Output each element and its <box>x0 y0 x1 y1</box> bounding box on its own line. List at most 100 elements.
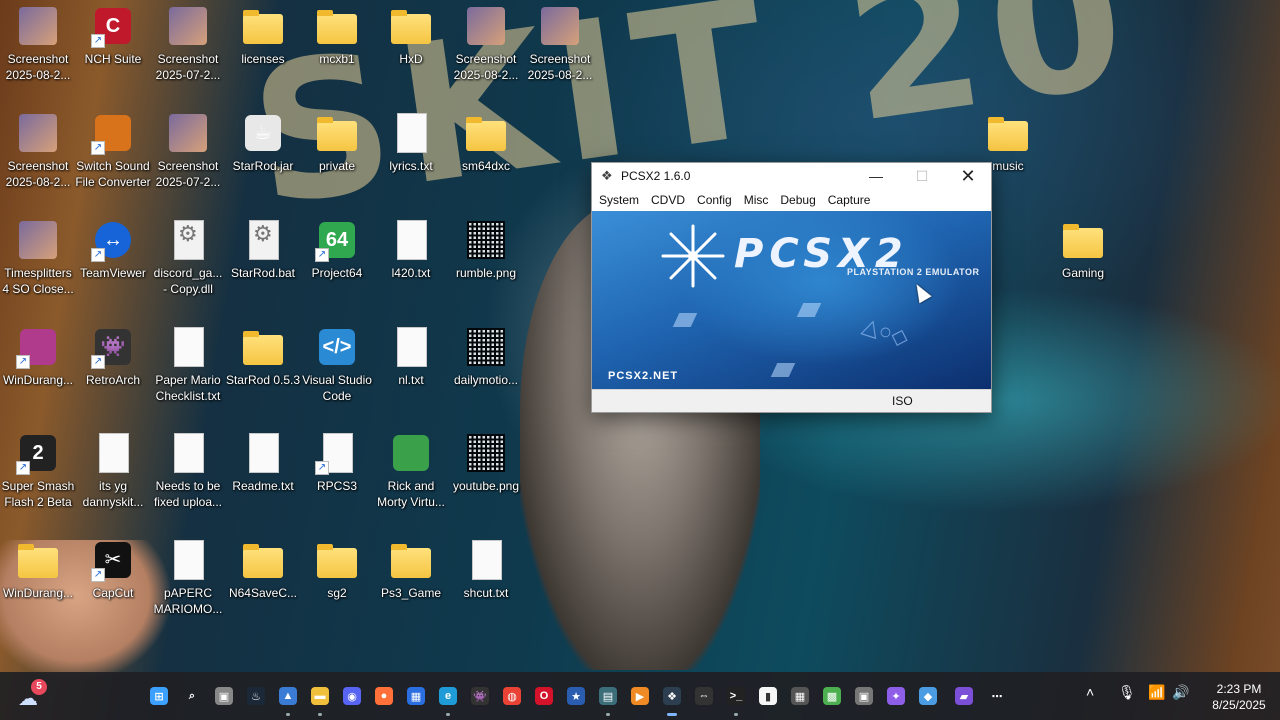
desktop-icon[interactable]: 2 ↗ Super Smash Flash 2 Beta <box>0 431 76 510</box>
desktop-icon[interactable]: youtube.png <box>448 431 524 494</box>
minimize-button[interactable]: — <box>853 163 899 189</box>
folder-app-glyph: ▰ <box>955 687 973 705</box>
desktop-icon[interactable]: discord_ga... - Copy.dll <box>150 218 226 297</box>
desktop-icon[interactable]: Screenshot 2025-08-2... <box>448 4 524 83</box>
desktop-icon[interactable]: nl.txt <box>373 325 449 388</box>
desktop-icon[interactable]: ↗ RPCS3 <box>299 431 375 494</box>
desktop-icon[interactable]: Needs to be fixed uploa... <box>150 431 226 510</box>
desktop-icon[interactable]: ↔ ↗ TeamViewer <box>75 218 151 281</box>
app-icon[interactable]: ▤ <box>594 682 622 716</box>
desktop-icon[interactable]: shcut.txt <box>448 538 524 601</box>
app-glyph-icon: 64 <box>325 229 349 251</box>
task-view-icon[interactable]: ▣ <box>210 682 238 710</box>
folder-app-icon[interactable]: ▰ <box>950 682 978 710</box>
app-icon[interactable]: ★ <box>562 682 590 710</box>
app-icon[interactable]: ⇔ <box>690 682 718 710</box>
desktop-icon[interactable]: Readme.txt <box>225 431 301 494</box>
retroarch-icon[interactable]: 👾 <box>466 682 494 710</box>
menu-misc[interactable]: Misc <box>739 193 774 207</box>
wifi-icon[interactable]: 📶 <box>1148 684 1165 701</box>
gear-icon <box>166 218 210 262</box>
desktop-icon[interactable]: Screenshot 2025-08-2... <box>522 4 598 83</box>
app-glyph: ▤ <box>599 687 617 705</box>
photos-icon[interactable]: ▲ <box>274 682 302 716</box>
desktop-icon[interactable]: ↗ WinDurang... <box>0 325 76 388</box>
desktop-icon[interactable]: 64 ↗ Project64 <box>299 218 375 281</box>
desktop-icon[interactable]: ☕ StarRod.jar <box>225 111 301 174</box>
app-icon[interactable]: ◆ <box>914 682 942 710</box>
start-icon[interactable]: ⊞ <box>145 682 173 710</box>
edge-icon[interactable]: e <box>434 682 462 716</box>
desktop-icon[interactable]: Paper Mario Checklist.txt <box>150 325 226 404</box>
minecraft-icon[interactable]: ▩ <box>818 682 846 710</box>
desktop-icon[interactable]: Timesplitters 4 SO Close... <box>0 218 76 297</box>
desktop-icon-label: Screenshot 2025-08-2... <box>5 52 71 82</box>
desktop-icon[interactable]: licenses <box>225 4 301 67</box>
img-icon <box>166 4 210 48</box>
menu-system[interactable]: System <box>594 193 644 207</box>
desktop-icon[interactable]: mcxb1 <box>299 4 375 67</box>
search-icon[interactable]: ⌕ <box>178 682 206 710</box>
more-icon[interactable]: ⋯ <box>983 682 1011 710</box>
volume-icon[interactable]: 🔊 <box>1172 684 1189 701</box>
desktop-icon[interactable]: sm64dxc <box>448 111 524 174</box>
menu-cdvd[interactable]: CDVD <box>646 193 690 207</box>
menu-debug[interactable]: Debug <box>775 193 820 207</box>
show-hidden-icons-icon[interactable]: ˄ <box>1086 684 1094 700</box>
copilot-icon[interactable]: ✦ <box>882 682 910 710</box>
desktop-icon[interactable]: its yg dannyskit... <box>75 431 151 510</box>
desktop-icon[interactable]: pAPERC MARIOMO... <box>150 538 226 617</box>
desktop-icon[interactable]: dailymotio... <box>448 325 524 388</box>
desktop-icon[interactable]: Screenshot 2025-07-2... <box>150 111 226 190</box>
app-icon[interactable]: ▣ <box>850 682 878 710</box>
desktop-icon[interactable]: lyrics.txt <box>373 111 449 174</box>
maximize-button[interactable]: ☐ <box>899 163 945 189</box>
desktop-icon[interactable]: HxD <box>373 4 449 67</box>
window-titlebar[interactable]: ❖ PCSX2 1.6.0 — ☐ ✕ <box>592 163 991 189</box>
desktop-icon[interactable]: Gaming <box>1045 218 1121 281</box>
calculator-icon[interactable]: ▦ <box>786 682 814 710</box>
opera-icon[interactable]: O <box>530 682 558 710</box>
pcsx2-window[interactable]: ❖ PCSX2 1.6.0 — ☐ ✕ System CDVD Config M… <box>591 162 992 413</box>
desktop-icon[interactable]: Screenshot 2025-07-2... <box>150 4 226 83</box>
taskbar-clock[interactable]: 2:23 PM 8/25/2025 <box>1200 681 1278 713</box>
desktop-icon[interactable]: Screenshot 2025-08-2... <box>0 111 76 190</box>
desktop-icon[interactable]: Screenshot 2025-08-2... <box>0 4 76 83</box>
desktop-icon[interactable]: rumble.png <box>448 218 524 281</box>
discord-icon[interactable]: ◉ <box>338 682 366 710</box>
desktop-icon[interactable]: ↗ Switch Sound File Converter <box>75 111 151 190</box>
img-icon <box>16 218 60 262</box>
pcsx2-icon[interactable]: ❖ <box>658 682 686 716</box>
steam-icon[interactable]: ♨ <box>242 682 270 710</box>
desktop-icon[interactable]: ✂ ↗ CapCut <box>75 538 151 601</box>
desktop-icon[interactable]: StarRod.bat <box>225 218 301 281</box>
desktop-icon[interactable]: l420.txt <box>373 218 449 281</box>
desktop-icon[interactable]: StarRod 0.5.3 <box>225 325 301 388</box>
desktop-icon[interactable]: 👾 ↗ RetroArch <box>75 325 151 388</box>
desktop-icon[interactable]: N64SaveC... <box>225 538 301 601</box>
desktop-icon[interactable]: C ↗ NCH Suite <box>75 4 151 67</box>
microphone-icon[interactable]: 🎙 <box>1118 684 1136 701</box>
desktop-icon[interactable]: private <box>299 111 375 174</box>
chrome-icon[interactable]: ◍ <box>498 682 526 710</box>
close-button[interactable]: ✕ <box>945 163 991 189</box>
desktop-icon[interactable]: Rick and Morty Virtu... <box>373 431 449 510</box>
notepad-icon[interactable]: ▮ <box>754 682 782 710</box>
desktop-icon[interactable]: </> Visual Studio Code <box>299 325 375 404</box>
media-player-icon[interactable]: ▶ <box>626 682 654 710</box>
store-icon[interactable]: ▦ <box>402 682 430 710</box>
firefox-icon[interactable]: ● <box>370 682 398 710</box>
desktop-icon-label: N64SaveC... <box>228 586 298 600</box>
desktop-icon[interactable]: Ps3_Game <box>373 538 449 601</box>
desktop-icon[interactable]: sg2 <box>299 538 375 601</box>
menu-config[interactable]: Config <box>692 193 737 207</box>
desktop-icon-label: Screenshot 2025-07-2... <box>155 52 221 82</box>
splash-shape <box>672 313 698 327</box>
terminal-icon[interactable]: >_ <box>722 682 750 716</box>
file-explorer-icon[interactable]: ▬ <box>306 682 334 716</box>
app-glyph-icon: 2 <box>32 442 44 464</box>
menu-capture[interactable]: Capture <box>823 193 876 207</box>
desktop-icon[interactable]: WinDurang... <box>0 538 76 601</box>
app-glyph-icon: 👾 <box>100 336 126 358</box>
shortcut-arrow-icon: ↗ <box>91 248 105 262</box>
